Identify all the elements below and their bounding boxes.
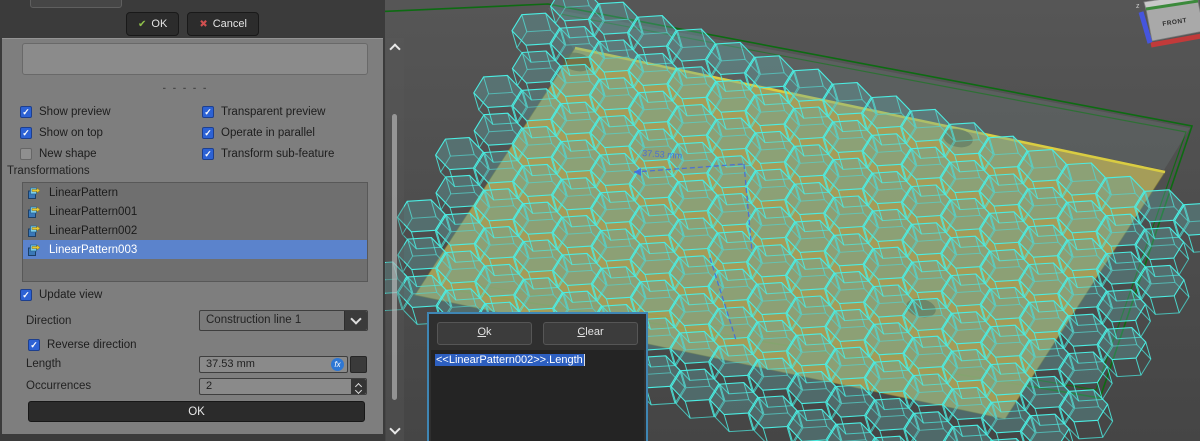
ok-check-icon: ✔ xyxy=(138,18,147,30)
check-icon: ✓ xyxy=(22,289,30,300)
checkbox-show-preview[interactable]: ✓ Show preview xyxy=(20,105,111,119)
direction-value: Construction line 1 xyxy=(206,314,302,326)
text-caret xyxy=(583,354,585,367)
selected-expression-text: <<LinearPattern002>>.Length xyxy=(435,354,584,366)
checkbox-label: Transform sub-feature xyxy=(221,148,335,160)
combo-dropdown-button[interactable] xyxy=(344,311,367,330)
list-item-label: LinearPattern xyxy=(49,186,119,199)
length-value: 37.53 mm xyxy=(206,358,255,370)
task-ok-button[interactable]: ✔ OK xyxy=(126,12,180,36)
length-label: Length xyxy=(26,358,62,370)
checkbox-box[interactable]: ✓ xyxy=(202,148,214,160)
checkbox-box[interactable] xyxy=(20,148,32,160)
linear-pattern-icon xyxy=(28,206,41,218)
checkbox-label: Show on top xyxy=(39,127,103,139)
checkbox-label: New shape xyxy=(39,148,97,160)
linear-pattern-icon xyxy=(28,244,41,256)
checkbox-show-on-top[interactable]: ✓ Show on top xyxy=(20,126,103,140)
check-icon: ✓ xyxy=(30,339,38,350)
splitter-handle[interactable]: - - - - - xyxy=(2,83,369,94)
checkbox-box[interactable]: ✓ xyxy=(202,106,214,118)
check-icon: ✓ xyxy=(204,106,212,117)
formula-clear-button[interactable]: Clear xyxy=(543,322,638,345)
list-item-linearpattern[interactable]: LinearPattern xyxy=(23,183,367,202)
spinner-buttons[interactable] xyxy=(351,379,366,394)
direction-label: Direction xyxy=(26,315,72,327)
scrollbar-up-arrow[interactable] xyxy=(389,43,401,55)
checkbox-label: Show preview xyxy=(39,106,111,118)
panel-scrollbar[interactable] xyxy=(386,38,404,441)
app-window: 37.53 mm FRONT z ✔ OK ✖ Cancel - - - - - ✓… xyxy=(0,0,1200,441)
checkbox-transparent-preview[interactable]: ✓ Transparent preview xyxy=(202,105,325,119)
list-item-linearpattern003-selected[interactable]: LinearPattern003 xyxy=(23,240,367,259)
list-item-label: LinearPattern003 xyxy=(49,243,138,256)
formula-button-row: Ok Clear xyxy=(429,314,646,345)
checkbox-box[interactable]: ✓ xyxy=(28,339,40,351)
chevron-down-icon xyxy=(350,313,362,325)
checkbox-box[interactable]: ✓ xyxy=(202,127,214,139)
expression-fx-icon[interactable]: fx xyxy=(331,358,344,371)
navigation-cube[interactable]: FRONTz xyxy=(1136,0,1200,48)
cancel-x-icon: ✖ xyxy=(199,18,208,30)
list-item-linearpattern001[interactable]: LinearPattern001 xyxy=(23,202,367,221)
checkbox-box[interactable]: ✓ xyxy=(20,289,32,301)
checkbox-update-view[interactable]: ✓ Update view xyxy=(20,288,102,302)
length-extra-button[interactable] xyxy=(350,356,367,373)
occurrences-spinbox[interactable]: 2 xyxy=(199,378,367,395)
task-cancel-label: Cancel xyxy=(212,18,247,30)
checkbox-label: Update view xyxy=(39,289,103,301)
checkbox-reverse-direction[interactable]: ✓ Reverse direction xyxy=(28,338,136,352)
list-item-linearpattern002[interactable]: LinearPattern002 xyxy=(23,221,367,240)
transformations-list[interactable]: LinearPattern LinearPattern001 LinearPat… xyxy=(22,182,368,282)
panel-ok-button[interactable]: OK xyxy=(28,401,365,422)
checkbox-transform-sub-feature[interactable]: ✓ Transform sub-feature xyxy=(202,147,334,161)
checkbox-label: Transparent preview xyxy=(221,106,326,118)
linear-pattern-icon xyxy=(28,187,41,199)
formula-expression-field[interactable]: <<LinearPattern002>>.Length xyxy=(431,350,644,441)
linear-pattern-icon xyxy=(28,225,41,237)
length-input[interactable]: 37.53 mm fx xyxy=(199,356,348,373)
checkbox-label: Reverse direction xyxy=(47,339,137,351)
checkbox-box[interactable]: ✓ xyxy=(20,127,32,139)
checkbox-operate-in-parallel[interactable]: ✓ Operate in parallel xyxy=(202,126,315,140)
task-header: ✔ OK ✖ Cancel xyxy=(0,0,385,38)
checkbox-label: Operate in parallel xyxy=(221,127,315,139)
occurrences-label: Occurrences xyxy=(26,380,92,392)
transformations-section-label: Transformations xyxy=(7,165,90,177)
cropped-widget-fragment xyxy=(30,0,122,8)
check-icon: ✓ xyxy=(204,127,212,138)
check-icon: ✓ xyxy=(22,106,30,117)
check-icon: ✓ xyxy=(204,148,212,159)
checkbox-box[interactable]: ✓ xyxy=(20,106,32,118)
linear-pattern-task-panel: - - - - - ✓ Show preview ✓ Transparent p… xyxy=(2,38,383,434)
formula-editor-dialog: Ok Clear <<LinearPattern002>>.Length xyxy=(427,312,648,441)
svg-text:z: z xyxy=(1136,3,1140,10)
direction-combobox[interactable]: Construction line 1 xyxy=(199,310,368,331)
list-item-label: LinearPattern002 xyxy=(49,224,138,237)
checkbox-new-shape[interactable]: New shape xyxy=(20,147,97,161)
list-item-label: LinearPattern001 xyxy=(49,205,138,218)
task-cancel-button[interactable]: ✖ Cancel xyxy=(187,12,259,36)
formula-ok-button[interactable]: Ok xyxy=(437,322,532,345)
scrollbar-down-arrow[interactable] xyxy=(389,423,401,435)
check-icon: ✓ xyxy=(22,127,30,138)
task-ok-label: OK xyxy=(151,18,168,30)
occurrences-value: 2 xyxy=(206,380,213,392)
scrollbar-thumb[interactable] xyxy=(392,114,397,400)
scrolled-group-box xyxy=(22,43,368,75)
